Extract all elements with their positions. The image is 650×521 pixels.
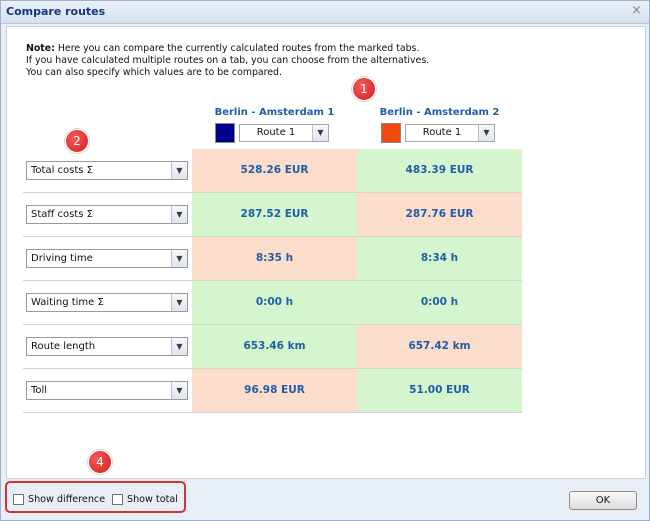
chevron-down-icon[interactable]: ▼ (312, 125, 328, 141)
table-row: Waiting time Σ ▼ 0:00 h 0:00 h (23, 281, 522, 325)
close-icon[interactable]: × (629, 4, 644, 19)
show-difference-checkbox[interactable] (13, 493, 24, 505)
route-1-value: 528.26 EUR (192, 149, 357, 192)
title-bar: Compare routes × (1, 1, 649, 24)
criterion-select[interactable]: Driving time ▼ (26, 249, 188, 268)
route-1-color-swatch (215, 123, 235, 143)
route-2-value: 483.39 EUR (357, 149, 522, 192)
table-row: Driving time ▼ 8:35 h 8:34 h (23, 237, 522, 281)
route-2-value: 51.00 EUR (357, 369, 522, 412)
criterion-label: Toll (31, 385, 48, 396)
dialog-title: Compare routes (6, 5, 106, 18)
table-row: Route length ▼ 653.46 km 657.42 km (23, 325, 522, 369)
criterion-select[interactable]: Route length ▼ (26, 337, 188, 356)
route-1-value: 96.98 EUR (192, 369, 357, 412)
note-text: Note: Here you can compare the currently… (26, 43, 586, 79)
criterion-label: Route length (31, 341, 96, 352)
route-2-color-swatch (381, 123, 401, 143)
criterion-select[interactable]: Toll ▼ (26, 381, 188, 400)
route-2-name: Berlin - Amsterdam 2 (379, 107, 500, 118)
route-2-value: 657.42 km (357, 325, 522, 368)
route-2-select[interactable]: Route 1 ▼ (405, 124, 495, 142)
route-1-value: 0:00 h (192, 281, 357, 324)
show-total-option[interactable]: Show total (112, 493, 178, 505)
show-difference-option[interactable]: Show difference (13, 493, 105, 505)
criterion-select[interactable]: Waiting time Σ ▼ (26, 293, 188, 312)
criterion-select[interactable]: Staff costs Σ ▼ (26, 205, 188, 224)
annotation-marker-1: 1 (352, 77, 376, 101)
compare-routes-dialog: Compare routes × Note: Here you can comp… (0, 0, 650, 521)
criterion-label: Total costs Σ (31, 165, 93, 176)
route-2-value: 8:34 h (357, 237, 522, 280)
note-label: Note: (26, 43, 55, 54)
table-row: Total costs Σ ▼ 528.26 EUR 483.39 EUR (23, 149, 522, 193)
chevron-down-icon[interactable]: ▼ (171, 382, 187, 399)
chevron-down-icon[interactable]: ▼ (171, 338, 187, 355)
route-1-value: 8:35 h (192, 237, 357, 280)
route-1-select[interactable]: Route 1 ▼ (239, 124, 329, 142)
chevron-down-icon[interactable]: ▼ (171, 294, 187, 311)
criterion-label: Waiting time Σ (31, 297, 104, 308)
show-difference-label[interactable]: Show difference (28, 494, 105, 505)
chevron-down-icon[interactable]: ▼ (478, 125, 494, 141)
show-total-checkbox[interactable] (112, 493, 123, 505)
route-1-value: 287.52 EUR (192, 193, 357, 236)
route-2-value: 0:00 h (357, 281, 522, 324)
route-1-name: Berlin - Amsterdam 1 (214, 107, 335, 118)
note-line-3: You can also specify which values are to… (26, 67, 282, 78)
table-row: Staff costs Σ ▼ 287.52 EUR 287.76 EUR (23, 193, 522, 237)
criterion-select[interactable]: Total costs Σ ▼ (26, 161, 188, 180)
annotation-marker-4: 4 (88, 450, 112, 474)
table-row: Toll ▼ 96.98 EUR 51.00 EUR (23, 369, 522, 413)
chevron-down-icon[interactable]: ▼ (171, 206, 187, 223)
route-1-select-value: Route 1 (256, 127, 296, 138)
criterion-label: Driving time (31, 253, 93, 264)
chevron-down-icon[interactable]: ▼ (171, 162, 187, 179)
route-1-value: 653.46 km (192, 325, 357, 368)
chevron-down-icon[interactable]: ▼ (171, 250, 187, 267)
note-line-2: If you have calculated multiple routes o… (26, 55, 430, 66)
show-total-label[interactable]: Show total (127, 494, 178, 505)
note-line-1: Here you can compare the currently calcu… (54, 43, 420, 54)
route-2-value: 287.76 EUR (357, 193, 522, 236)
content-panel: Note: Here you can compare the currently… (6, 26, 646, 479)
route-2-select-value: Route 1 (422, 127, 462, 138)
ok-button[interactable]: OK (569, 491, 637, 510)
comparison-table: Total costs Σ ▼ 528.26 EUR 483.39 EUR St… (23, 149, 522, 413)
criterion-label: Staff costs Σ (31, 209, 93, 220)
